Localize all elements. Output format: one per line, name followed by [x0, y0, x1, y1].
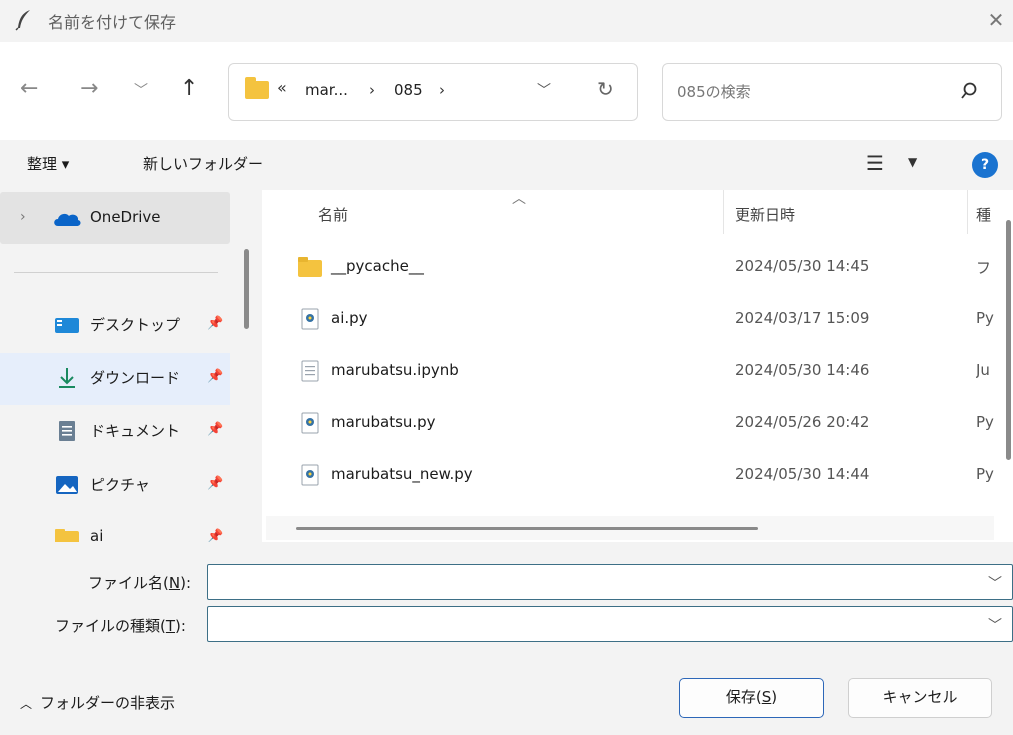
vertical-scrollbar[interactable] — [1006, 220, 1011, 460]
help-icon[interactable]: ? — [972, 152, 998, 178]
column-header-type[interactable]: 種 — [976, 204, 991, 225]
filetype-label: ファイルの種類(T): — [55, 617, 186, 635]
save-button[interactable]: 保存(S) — [679, 678, 824, 718]
onedrive-cloud-icon — [54, 213, 81, 226]
filename-field[interactable]: ﹀ — [207, 564, 1013, 600]
folder-icon — [55, 529, 79, 542]
organize-button[interactable]: 整理 ▾ — [27, 153, 69, 174]
sidebar-item-label: ダウンロード — [90, 369, 181, 387]
hide-folders-label: フォルダーの非表示 — [40, 694, 176, 712]
file-row[interactable]: marubatsu.py 2024/05/26 20:42 Py — [262, 398, 1013, 450]
search-input[interactable]: 085の検索 — [677, 81, 751, 102]
python-file-icon — [301, 464, 319, 486]
breadcrumb-item[interactable]: mar... — [305, 81, 348, 99]
pin-icon[interactable]: 📌 — [207, 476, 223, 491]
divider — [14, 272, 218, 273]
command-bar: 整理 ▾ 新しいフォルダー ☰ ▼ ? — [0, 140, 1013, 190]
window-title: 名前を付けて保存 — [48, 13, 177, 32]
file-name: marubatsu.py — [331, 413, 436, 431]
chevron-up-icon: ︿ — [20, 697, 33, 711]
sidebar-scrollbar[interactable] — [244, 249, 249, 329]
search-icon[interactable] — [959, 81, 979, 101]
address-dropdown-icon[interactable]: ﹀ — [537, 80, 551, 100]
hide-folders-toggle[interactable]: ︿ フォルダーの非表示 — [20, 692, 175, 713]
sort-ascending-icon: ︿ — [512, 191, 526, 207]
sidebar-item-documents[interactable]: ドキュメント 📌 — [0, 406, 230, 458]
address-bar[interactable]: « mar... › 085 › ﹀ ↻ — [228, 63, 638, 121]
sidebar-item-label: ドキュメント — [90, 422, 181, 440]
python-file-icon — [301, 308, 319, 330]
scrollbar-thumb[interactable] — [296, 527, 758, 530]
up-arrow-icon[interactable]: ↑ — [180, 76, 198, 101]
sidebar-item-downloads[interactable]: ダウンロード 📌 — [0, 353, 230, 405]
file-name: __pycache__ — [331, 257, 424, 275]
picture-icon — [56, 476, 78, 494]
filetype-select[interactable]: ﹀ — [207, 606, 1013, 642]
title-bar: 名前を付けて保存 ✕ — [0, 0, 1013, 42]
column-divider[interactable] — [967, 190, 968, 234]
file-row[interactable]: marubatsu.ipynb 2024/05/30 14:46 Ju — [262, 346, 1013, 398]
sidebar-item-pictures[interactable]: ピクチャ 📌 — [0, 460, 230, 512]
file-row[interactable]: __pycache__ 2024/05/30 14:45 フ — [262, 242, 1013, 294]
new-folder-button[interactable]: 新しいフォルダー — [143, 153, 263, 174]
file-row[interactable]: marubatsu_new.py 2024/05/30 14:44 Py — [262, 450, 1013, 502]
desktop-icon — [55, 318, 79, 333]
sidebar-item-ai[interactable]: ai 📌 — [0, 513, 230, 542]
column-header-date[interactable]: 更新日時 — [735, 204, 795, 225]
file-type: Py — [976, 465, 994, 483]
file-date: 2024/05/30 14:45 — [735, 257, 870, 275]
forward-arrow-icon[interactable]: → — [80, 76, 98, 101]
breadcrumb-item[interactable]: 085 — [394, 81, 423, 99]
sidebar-item-label: ピクチャ — [90, 476, 150, 494]
sidebar-item-label: OneDrive — [90, 208, 161, 226]
recent-locations-chevron-icon[interactable]: ﹀ — [134, 80, 148, 100]
file-date: 2024/05/26 20:42 — [735, 413, 870, 431]
pin-icon[interactable]: 📌 — [207, 529, 223, 542]
back-arrow-icon[interactable]: ← — [20, 76, 38, 101]
folder-icon — [298, 257, 322, 277]
column-divider[interactable] — [723, 190, 724, 234]
view-dropdown-icon[interactable]: ▼ — [908, 155, 917, 169]
pin-icon[interactable]: 📌 — [207, 422, 223, 437]
navigation-pane: › OneDrive デスクトップ 📌 ダウンロード 📌 ドキュメント 📌 ピク… — [0, 190, 244, 542]
sidebar-item-desktop[interactable]: デスクトップ 📌 — [0, 300, 230, 352]
cancel-button[interactable]: キャンセル — [848, 678, 992, 718]
sidebar-item-onedrive[interactable]: › OneDrive — [0, 192, 230, 244]
notebook-file-icon — [301, 360, 319, 382]
breadcrumb-separator-icon[interactable]: › — [439, 81, 445, 99]
save-form: ファイル名(N): ﹀ ファイルの種類(T): ﹀ ︿ フォルダーの非表示 保存(… — [0, 542, 1013, 735]
sidebar-item-label: デスクトップ — [90, 316, 181, 334]
horizontal-scrollbar[interactable] — [266, 516, 994, 540]
column-header-name[interactable]: 名前 — [318, 204, 348, 225]
file-name: marubatsu.ipynb — [331, 361, 459, 379]
file-date: 2024/05/30 14:44 — [735, 465, 870, 483]
folder-icon — [245, 77, 269, 99]
pin-icon[interactable]: 📌 — [207, 316, 223, 331]
filename-label: ファイル名(N): — [88, 574, 191, 592]
python-file-icon — [301, 412, 319, 434]
sidebar-item-label: ai — [90, 527, 104, 542]
breadcrumb-separator-icon[interactable]: › — [369, 81, 375, 99]
file-name: marubatsu_new.py — [331, 465, 473, 483]
document-icon — [59, 421, 75, 441]
refresh-icon[interactable]: ↻ — [597, 77, 614, 101]
file-date: 2024/03/17 15:09 — [735, 309, 870, 327]
close-button[interactable]: ✕ — [981, 6, 1011, 34]
overflow-chevron-icon[interactable]: « — [277, 78, 287, 97]
pin-icon[interactable]: 📌 — [207, 369, 223, 384]
file-date: 2024/05/30 14:46 — [735, 361, 870, 379]
chevron-down-icon[interactable]: ﹀ — [988, 573, 1002, 593]
chevron-down-icon[interactable]: ﹀ — [988, 615, 1002, 635]
search-box[interactable]: 085の検索 — [662, 63, 1002, 121]
feather-icon — [15, 10, 30, 31]
expand-chevron-icon[interactable]: › — [20, 209, 26, 225]
view-list-icon[interactable]: ☰ — [866, 151, 884, 175]
file-list: ︿ 名前 更新日時 種 __pycache__ 2024/05/30 14:45… — [262, 190, 1013, 542]
file-row[interactable]: ai.py 2024/03/17 15:09 Py — [262, 294, 1013, 346]
file-name: ai.py — [331, 309, 368, 327]
download-icon — [59, 368, 75, 388]
